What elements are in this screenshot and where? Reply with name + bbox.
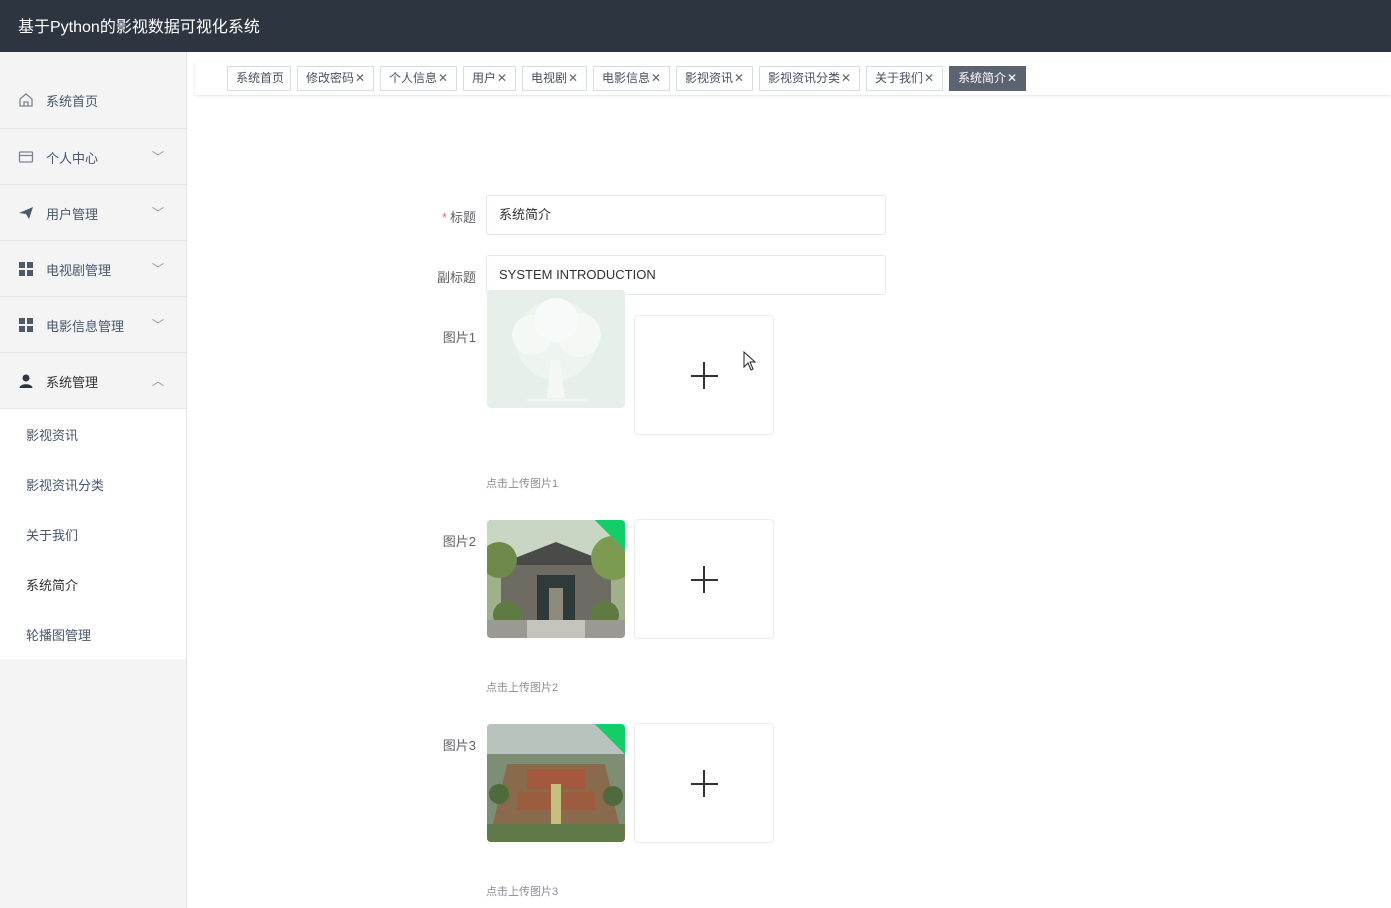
- submenu-item-label: 关于我们: [26, 528, 79, 543]
- app-title: 基于Python的影视数据可视化系统: [18, 19, 260, 36]
- temple-gate-image: [487, 520, 625, 638]
- top-header: 基于Python的影视数据可视化系统: [0, 0, 1391, 52]
- submenu-item-news[interactable]: 影视资讯: [0, 409, 186, 459]
- tab-system-intro[interactable]: 系统简介✕: [949, 66, 1026, 91]
- sidebar-item-label: 电影信息管理: [46, 319, 125, 334]
- tab-label: 个人信息: [389, 71, 438, 85]
- image2-hint: 点击上传图片2: [486, 682, 559, 694]
- tab-label: 影视资讯分类: [768, 71, 841, 85]
- sidebar-item-tv-management[interactable]: 电视剧管理 ﹀: [0, 241, 186, 297]
- chevron-up-icon: ︿: [151, 374, 164, 388]
- image3-hint: 点击上传图片3: [486, 886, 559, 898]
- image2-label: 图片2: [442, 534, 476, 549]
- image1-upload-button[interactable]: [634, 315, 774, 435]
- tab-news-category[interactable]: 影视资讯分类✕: [759, 66, 860, 91]
- sidebar-item-user-management[interactable]: 用户管理 ﹀: [0, 185, 186, 241]
- title-label-text: 标题: [449, 210, 476, 225]
- mouse-cursor-icon: [743, 351, 757, 371]
- plus-icon: [703, 770, 705, 797]
- user-icon: [19, 374, 33, 388]
- close-icon[interactable]: ✕: [438, 71, 448, 85]
- tags-view-bar: 系统首页 修改密码✕ 个人信息✕ 用户✕ 电视剧✕ 电影信息✕ 影视资讯✕ 影视…: [195, 62, 1391, 95]
- grid-icon: [19, 318, 33, 332]
- close-icon[interactable]: ✕: [355, 71, 365, 85]
- image3-preview[interactable]: [487, 724, 625, 842]
- tab-personal-info[interactable]: 个人信息✕: [380, 66, 457, 91]
- close-icon[interactable]: ✕: [734, 71, 744, 85]
- submenu-item-label: 影视资讯分类: [26, 478, 105, 493]
- tree-image: [487, 290, 625, 408]
- sidebar-item-home[interactable]: 系统首页: [0, 52, 186, 129]
- close-icon[interactable]: ✕: [568, 71, 578, 85]
- close-icon[interactable]: ✕: [497, 71, 507, 85]
- plus-icon: [703, 566, 705, 593]
- sidebar-item-personal-center[interactable]: 个人中心 ﹀: [0, 129, 186, 185]
- image1-preview[interactable]: [487, 290, 625, 408]
- chevron-down-icon: ﹀: [151, 262, 164, 276]
- tab-label: 修改密码: [306, 71, 355, 85]
- tab-label: 系统首页: [236, 71, 285, 85]
- wallet-icon: [18, 151, 34, 163]
- sidebar: 系统首页 个人中心 ﹀ 用户管理 ﹀ 电视剧管理 ﹀ 电影信息管理 ﹀ 系统管理…: [0, 52, 187, 908]
- close-icon[interactable]: ✕: [841, 71, 851, 85]
- close-icon[interactable]: ✕: [651, 71, 661, 85]
- submenu-item-label: 轮播图管理: [26, 628, 92, 643]
- system-submenu: 影视资讯 影视资讯分类 关于我们 系统简介 轮播图管理: [0, 409, 186, 659]
- tab-label: 关于我们: [875, 71, 924, 85]
- sidebar-item-label: 系统首页: [46, 94, 99, 109]
- submenu-item-label: 影视资讯: [26, 428, 79, 443]
- title-input[interactable]: 系统简介: [486, 195, 886, 235]
- submenu-item-carousel[interactable]: 轮播图管理: [0, 609, 186, 659]
- image2-preview[interactable]: [487, 520, 625, 638]
- tab-user[interactable]: 用户✕: [463, 66, 516, 91]
- tab-label: 电视剧: [531, 71, 568, 85]
- submenu-item-about-us[interactable]: 关于我们: [0, 509, 186, 559]
- submenu-item-system-intro[interactable]: 系统简介: [0, 559, 186, 609]
- sidebar-item-label: 个人中心: [46, 151, 99, 166]
- chevron-down-icon: ﹀: [151, 318, 164, 332]
- chevron-down-icon: ﹀: [151, 150, 164, 164]
- aerial-complex-image: [487, 724, 625, 842]
- image2-upload-button[interactable]: [634, 519, 774, 639]
- chevron-down-icon: ﹀: [151, 206, 164, 220]
- tab-label: 用户: [472, 71, 497, 85]
- sidebar-item-movie-management[interactable]: 电影信息管理 ﹀: [0, 297, 186, 353]
- image1-hint: 点击上传图片1: [486, 478, 559, 490]
- tab-label: 影视资讯: [685, 71, 734, 85]
- tab-label: 电影信息: [602, 71, 651, 85]
- tab-movie-info[interactable]: 电影信息✕: [593, 66, 670, 91]
- tab-news[interactable]: 影视资讯✕: [676, 66, 753, 91]
- tab-about-us[interactable]: 关于我们✕: [866, 66, 943, 91]
- image1-label: 图片1: [442, 330, 476, 345]
- subtitle-input[interactable]: SYSTEM INTRODUCTION: [486, 255, 886, 295]
- image3-label: 图片3: [442, 738, 476, 753]
- subtitle-label: 副标题: [436, 270, 476, 285]
- tab-home[interactable]: 系统首页: [227, 66, 291, 91]
- required-mark: *: [441, 210, 447, 225]
- send-icon: [19, 207, 33, 219]
- submenu-item-label: 系统简介: [26, 578, 79, 593]
- grid-icon: [19, 262, 33, 276]
- close-icon[interactable]: ✕: [924, 71, 934, 85]
- sidebar-item-label: 系统管理: [46, 375, 99, 390]
- title-label: * 标题: [416, 207, 476, 226]
- home-icon: [19, 93, 33, 107]
- sidebar-item-label: 电视剧管理: [46, 263, 112, 278]
- submenu-item-news-category[interactable]: 影视资讯分类: [0, 459, 186, 509]
- plus-icon: [703, 362, 705, 389]
- sidebar-item-system-management[interactable]: 系统管理 ︿: [0, 353, 186, 409]
- image3-upload-button[interactable]: [634, 723, 774, 843]
- tab-change-password[interactable]: 修改密码✕: [297, 66, 374, 91]
- tab-label: 系统简介: [958, 71, 1007, 85]
- tab-tv[interactable]: 电视剧✕: [522, 66, 587, 91]
- close-icon[interactable]: ✕: [1007, 71, 1017, 85]
- sidebar-item-label: 用户管理: [46, 207, 99, 222]
